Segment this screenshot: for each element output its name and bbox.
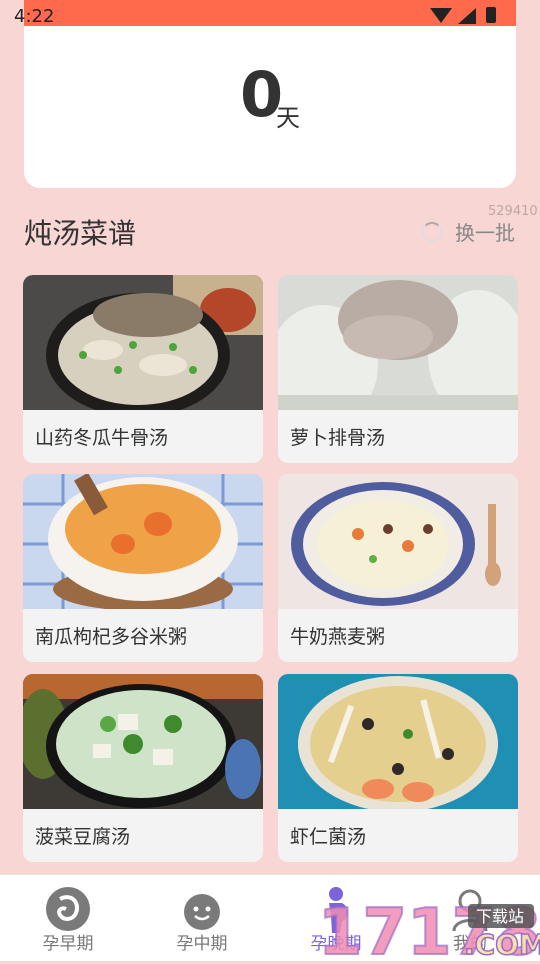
fetus-icon xyxy=(44,885,92,933)
day-counter-unit: 天 xyxy=(276,104,300,132)
status-icons xyxy=(430,6,510,24)
svg-text:下载站: 下载站 xyxy=(476,907,524,926)
recipe-photo xyxy=(23,674,263,809)
recipe-card[interactable]: 牛奶燕麦粥 xyxy=(278,474,518,662)
wifi-icon xyxy=(430,8,452,23)
site-watermark-logo: 17178 下载站 .COM xyxy=(317,890,540,964)
refresh-batch-button[interactable]: 换一批 xyxy=(422,216,518,245)
recipe-name: 山药冬瓜牛骨汤 xyxy=(35,427,169,449)
nav-label: 孕中期 xyxy=(176,934,228,954)
recipe-photo xyxy=(278,275,518,410)
recipe-card[interactable]: 菠菜豆腐汤 xyxy=(23,674,263,862)
svg-text:.COM: .COM xyxy=(464,928,540,960)
recipe-name: 南瓜枸杞多谷米粥 xyxy=(35,626,188,648)
status-time: 4:22 xyxy=(14,6,55,27)
recipe-name: 虾仁菌汤 xyxy=(290,826,367,848)
recipe-photo xyxy=(23,275,263,410)
signal-icon xyxy=(458,8,476,24)
section-title: 炖汤菜谱 xyxy=(24,217,137,250)
smiley-icon xyxy=(178,885,226,933)
nav-label: 孕早期 xyxy=(42,934,94,954)
status-bar: 4:22 xyxy=(0,0,540,27)
recipe-photo xyxy=(278,674,518,809)
nav-item-mid-pregnancy[interactable]: 孕中期 xyxy=(152,875,252,961)
refresh-batch-label: 换一批 xyxy=(455,221,515,245)
recipe-card[interactable]: 虾仁菌汤 xyxy=(278,674,518,862)
recipe-card[interactable]: 山药冬瓜牛骨汤 xyxy=(23,275,263,463)
recipe-photo xyxy=(278,474,518,609)
loading-spinner-icon xyxy=(422,222,442,242)
recipe-card[interactable]: 萝卜排骨汤 xyxy=(278,275,518,463)
nav-item-early-pregnancy[interactable]: 孕早期 xyxy=(18,875,118,961)
recipe-name: 萝卜排骨汤 xyxy=(290,427,386,449)
recipe-name: 菠菜豆腐汤 xyxy=(35,826,131,848)
battery-icon xyxy=(486,7,496,23)
recipe-photo xyxy=(23,474,263,609)
recipe-card[interactable]: 南瓜枸杞多谷米粥 xyxy=(23,474,263,662)
recipe-name: 牛奶燕麦粥 xyxy=(290,626,386,648)
